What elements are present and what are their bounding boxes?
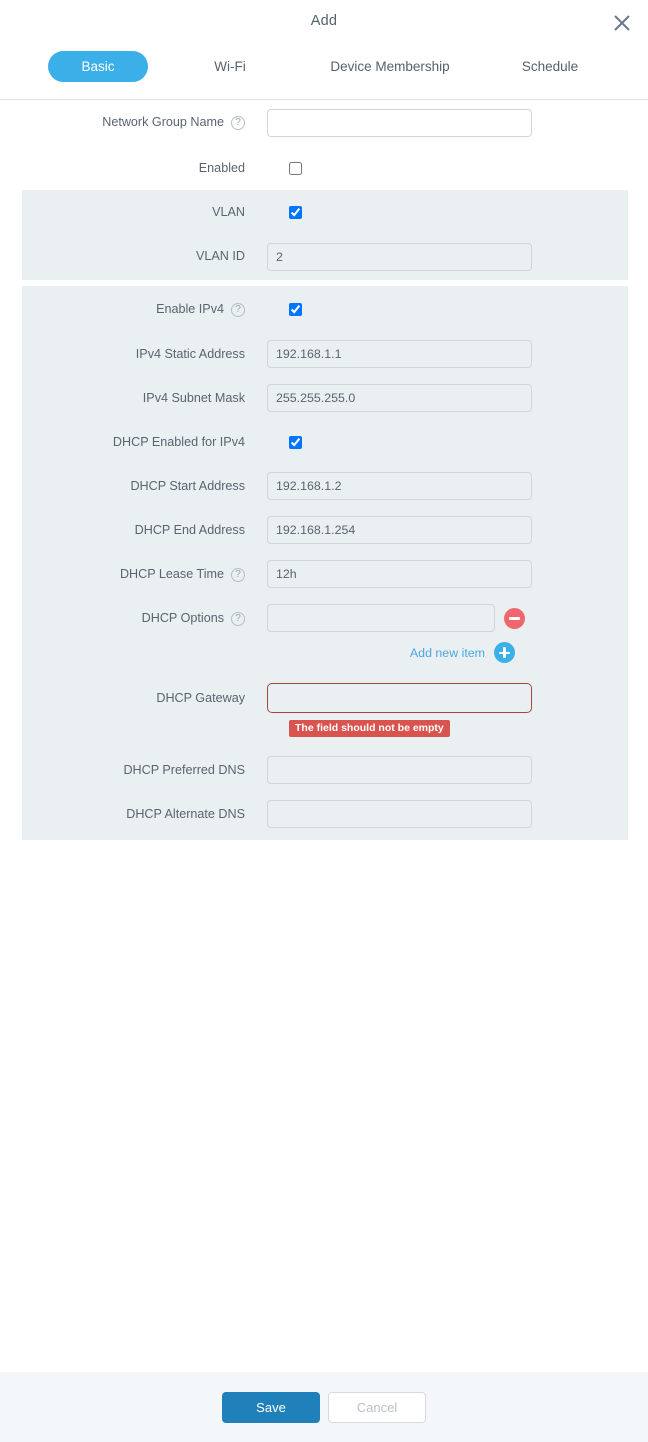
- field-dhcp-gateway: DHCP Gateway: [22, 674, 628, 722]
- vlan-id-input[interactable]: [267, 243, 532, 271]
- dhcp-enabled-for-ipv4-checkbox[interactable]: [289, 435, 302, 449]
- field-vlan: VLAN: [22, 190, 628, 234]
- tab-schedule[interactable]: Schedule: [492, 51, 608, 82]
- dhcp-preferred-dns-input[interactable]: [267, 756, 532, 784]
- label-dhcp-options: DHCP Options?: [22, 596, 245, 640]
- control-dhcp-options: [267, 596, 525, 640]
- control-dhcp-alternate-dns: [267, 792, 532, 836]
- label-text: Network Group Name: [102, 115, 224, 129]
- field-enabled: Enabled: [22, 146, 628, 190]
- dhcp-gateway-error-row: The field should not be empty: [22, 720, 628, 748]
- add-new-item-link[interactable]: Add new item: [410, 646, 485, 660]
- cancel-button[interactable]: Cancel: [328, 1391, 426, 1423]
- field-dhcp-start-address: DHCP Start Address: [22, 464, 628, 508]
- label-dhcp-gateway: DHCP Gateway: [156, 691, 245, 705]
- add-new-item-row: Add new item: [22, 640, 628, 674]
- field-dhcp-alternate-dns: DHCP Alternate DNS: [22, 792, 628, 840]
- close-icon[interactable]: [610, 11, 634, 35]
- dhcp-gateway-input[interactable]: [267, 683, 532, 713]
- control-dhcp-gateway: [267, 674, 532, 722]
- label-dhcp-preferred-dns: DHCP Preferred DNS: [123, 763, 245, 777]
- label-text: DHCP Lease Time: [119, 567, 224, 581]
- add-new-item-group: Add new item: [410, 642, 515, 663]
- dhcp-lease-time-input[interactable]: [267, 560, 532, 588]
- enabled-checkbox[interactable]: [289, 161, 302, 175]
- status-badge: The field should not be empty: [289, 720, 450, 737]
- label-ipv4-static-address: IPv4 Static Address: [135, 347, 245, 361]
- tab-basic[interactable]: Basic: [48, 51, 148, 82]
- label-dhcp-enabled-for-ipv4: DHCP Enabled for IPv4: [112, 435, 245, 449]
- label-dhcp-start-address: DHCP Start Address: [130, 479, 245, 493]
- section-ipv4-dhcp: Enable IPv4? IPv4 Static Address IPv4 Su…: [22, 286, 628, 840]
- dialog-body: Network Group Name? Enabled VLAN VLAN ID…: [0, 100, 648, 840]
- dhcp-options-input[interactable]: [267, 604, 495, 632]
- label-text: Enable IPv4: [156, 302, 224, 316]
- tab-bar: Basic Wi-Fi Device Membership Schedule: [0, 44, 648, 100]
- tab-device-membership[interactable]: Device Membership: [312, 51, 468, 82]
- control-dhcp-preferred-dns: [267, 748, 532, 792]
- field-ipv4-static-address: IPv4 Static Address: [22, 332, 628, 376]
- dhcp-end-address-input[interactable]: [267, 516, 532, 544]
- control-vlan: [289, 190, 302, 234]
- dhcp-start-address-input[interactable]: [267, 472, 532, 500]
- field-vlan-id: VLAN ID: [22, 234, 628, 280]
- help-icon[interactable]: ?: [231, 611, 245, 626]
- control-network-group-name: [267, 100, 532, 146]
- field-dhcp-end-address: DHCP End Address: [22, 508, 628, 552]
- help-icon[interactable]: ?: [231, 567, 245, 582]
- control-ipv4-subnet-mask: [267, 376, 532, 420]
- enable-ipv4-checkbox[interactable]: [289, 302, 302, 316]
- label-text: DHCP Options: [141, 611, 224, 625]
- label-dhcp-end-address: DHCP End Address: [134, 523, 245, 537]
- control-ipv4-static-address: [267, 332, 532, 376]
- control-dhcp-lease-time: [267, 552, 532, 596]
- label-network-group-name: Network Group Name?: [22, 100, 245, 144]
- page-title: Add: [310, 13, 338, 29]
- vlan-checkbox[interactable]: [289, 205, 302, 219]
- plus-circle-icon[interactable]: [494, 642, 515, 663]
- control-dhcp-start-address: [267, 464, 532, 508]
- ipv4-subnet-mask-input[interactable]: [267, 384, 532, 412]
- field-network-group-name: Network Group Name?: [22, 100, 628, 146]
- add-network-group-dialog: Add Basic Wi-Fi Device Membership Schedu…: [0, 0, 648, 1442]
- tab-wifi[interactable]: Wi-Fi: [185, 51, 275, 82]
- field-ipv4-subnet-mask: IPv4 Subnet Mask: [22, 376, 628, 420]
- label-dhcp-lease-time: DHCP Lease Time?: [22, 552, 245, 596]
- field-dhcp-preferred-dns: DHCP Preferred DNS: [22, 748, 628, 792]
- minus-circle-icon[interactable]: [504, 607, 525, 629]
- network-group-name-input[interactable]: [267, 109, 532, 137]
- ipv4-static-address-input[interactable]: [267, 340, 532, 368]
- label-enabled: Enabled: [198, 161, 245, 175]
- save-button[interactable]: Save: [222, 1391, 320, 1423]
- field-dhcp-options: DHCP Options?: [22, 596, 628, 640]
- label-vlan-id: VLAN ID: [196, 249, 245, 263]
- help-icon[interactable]: ?: [231, 302, 245, 317]
- control-dhcp-end-address: [267, 508, 532, 552]
- dialog-header: Add: [0, 0, 648, 44]
- control-vlan-id: [267, 234, 532, 280]
- dialog-footer: Save Cancel: [0, 1372, 648, 1442]
- field-dhcp-lease-time: DHCP Lease Time?: [22, 552, 628, 596]
- control-enabled: [289, 146, 302, 190]
- control-enable-ipv4: [289, 286, 302, 332]
- field-enable-ipv4: Enable IPv4?: [22, 286, 628, 332]
- label-vlan: VLAN: [212, 205, 245, 219]
- dhcp-alternate-dns-input[interactable]: [267, 800, 532, 828]
- section-vlan: VLAN VLAN ID: [22, 190, 628, 280]
- field-dhcp-enabled-for-ipv4: DHCP Enabled for IPv4: [22, 420, 628, 464]
- section-general: Network Group Name? Enabled: [22, 100, 628, 190]
- help-icon[interactable]: ?: [231, 115, 245, 130]
- label-enable-ipv4: Enable IPv4?: [22, 286, 245, 332]
- label-dhcp-alternate-dns: DHCP Alternate DNS: [126, 807, 245, 821]
- label-ipv4-subnet-mask: IPv4 Subnet Mask: [142, 391, 245, 405]
- control-dhcp-enabled-for-ipv4: [289, 420, 302, 464]
